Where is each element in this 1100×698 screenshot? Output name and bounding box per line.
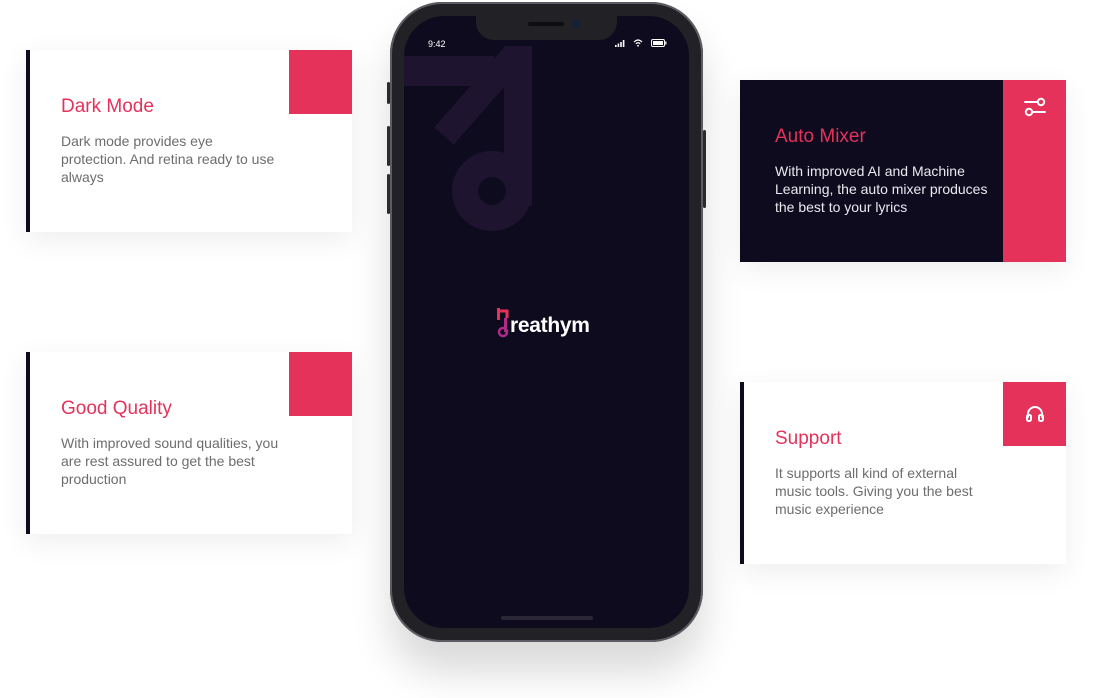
feature-badge: [1003, 382, 1066, 446]
front-camera: [572, 20, 580, 28]
feature-card-dark-mode: Dark Mode Dark mode provides eye protect…: [26, 50, 352, 232]
headphones-icon: [1025, 406, 1044, 422]
home-indicator: [501, 616, 593, 620]
feature-badge: [1003, 80, 1066, 262]
music-note-icon: [404, 46, 532, 231]
logo-mark-icon: [497, 308, 509, 338]
feature-description: Dark mode provides eye protection. And r…: [61, 133, 275, 185]
phone-mockup: 9:42 reathym: [387, 2, 706, 642]
volume-down-button: [387, 174, 390, 214]
app-logo: reathym: [496, 308, 590, 338]
feature-card-auto-mixer: Auto Mixer With improved AI and Machine …: [740, 80, 1066, 262]
feature-badge: [289, 50, 352, 114]
sliders-icon: [1023, 97, 1046, 117]
feature-title: Dark Mode: [61, 96, 154, 117]
status-bar-icons: [615, 39, 667, 47]
mute-switch: [387, 82, 390, 104]
feature-card-support: Support It supports all kind of external…: [740, 382, 1066, 564]
feature-card-good-quality: Good Quality With improved sound qualiti…: [26, 352, 352, 534]
feature-description: With improved sound qualities, you are r…: [61, 435, 279, 487]
feature-description: With improved AI and Machine Learning, t…: [775, 163, 988, 215]
feature-description: It supports all kind of external music t…: [775, 465, 973, 517]
battery-icon: [651, 39, 667, 47]
feature-title: Auto Mixer: [775, 126, 866, 147]
feature-badge: [289, 352, 352, 416]
feature-title: Good Quality: [61, 398, 172, 419]
signal-icon: [615, 39, 625, 47]
volume-up-button: [387, 126, 390, 166]
app-name: reathym: [510, 314, 590, 337]
phone-notch: [476, 16, 617, 40]
power-button: [703, 130, 706, 208]
phone-screen: 9:42 reathym: [404, 16, 689, 628]
speaker-grille: [528, 22, 564, 26]
feature-title: Support: [775, 428, 842, 449]
status-time: 9:42: [428, 39, 446, 49]
wifi-icon: [633, 39, 643, 47]
